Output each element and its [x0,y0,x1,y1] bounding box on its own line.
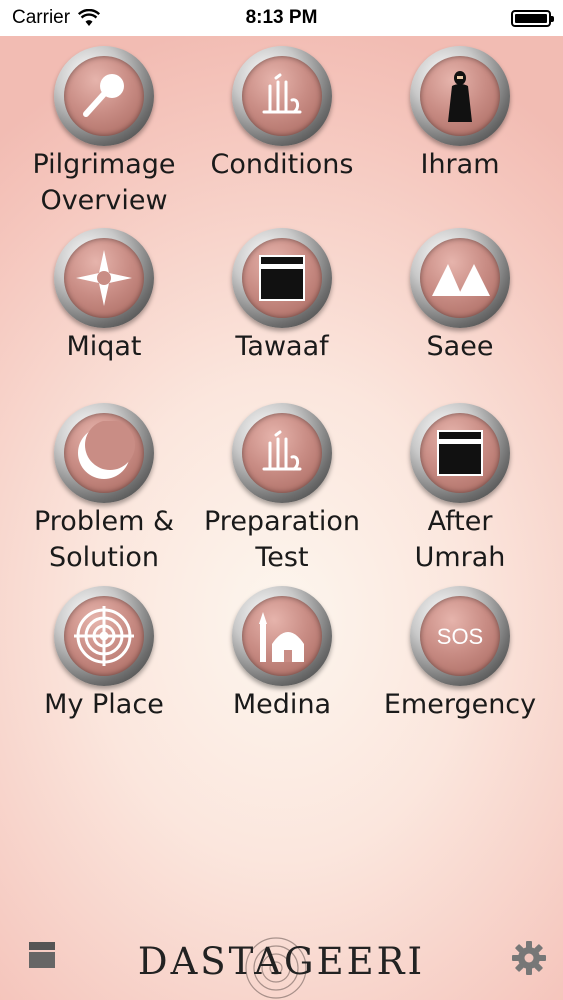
tile-ihram[interactable]: Ihram [370,46,550,182]
icon-bezel [410,403,510,503]
tile-saee[interactable]: Saee [370,228,550,364]
tile-label: Saee [426,331,494,362]
tile-medina[interactable]: Medina [192,586,372,722]
icon-bezel [410,46,510,146]
icon-bezel [232,46,332,146]
status-bar: Carrier 8:13 PM [0,0,563,36]
pilgrim-figure-icon [420,56,500,136]
icon-bezel [54,228,154,328]
icon-bezel [410,228,510,328]
tile-label: Problem & [33,506,175,537]
tile-label: Emergency [383,689,537,720]
icon-bezel [54,46,154,146]
tile-label: Pilgrimage [32,149,176,180]
tile-label: Conditions [210,149,354,180]
tile-my-place[interactable]: My Place [14,586,194,722]
tile-miqat[interactable]: Miqat [14,228,194,364]
icon-bezel: SOS [410,586,510,686]
crescent-icon [64,413,144,493]
battery-icon [511,10,554,27]
tile-label-second-line: Test [255,542,309,573]
icon-bezel [232,403,332,503]
tile-after-umrah[interactable]: After Umrah [370,403,550,575]
target-icon [64,596,144,676]
tile-label: Preparation [204,506,360,537]
tile-tawaaf[interactable]: Tawaaf [192,228,372,364]
gear-icon[interactable] [511,940,547,976]
mosque-icon [242,596,322,676]
clock: 8:13 PM [245,7,318,28]
tile-label-second-line: Overview [40,185,168,216]
tile-label: After [427,506,493,537]
tile-label: Ihram [420,149,500,180]
kaaba-icon [420,413,500,493]
allah-calligraphy-icon [242,413,322,493]
tile-pilgrimage-overview[interactable]: Pilgrimage Overview [14,46,194,218]
bottom-bar: DASTAGEERI [0,930,563,1000]
tile-problem-solution[interactable]: Problem & Solution [14,403,194,575]
tile-preparation-test[interactable]: Preparation Test [192,403,372,575]
tile-label: Tawaaf [235,331,329,362]
icon-bezel [232,586,332,686]
tile-conditions[interactable]: Conditions [192,46,372,182]
magnifier-icon [64,56,144,136]
tile-label: My Place [44,689,164,720]
compass-star-icon [64,238,144,318]
kaaba-icon [242,238,322,318]
tile-label-second-line: Umrah [414,542,506,573]
tile-label: Medina [232,689,332,720]
sos-text: SOS [437,624,483,649]
tile-label: Miqat [66,331,142,362]
tile-emergency[interactable]: SOS Emergency [370,586,550,722]
tile-label-second-line: Solution [49,542,159,573]
icon-bezel [54,403,154,503]
brand-logo: DASTAGEERI [137,940,426,983]
mountains-icon [420,238,500,318]
icon-bezel [54,586,154,686]
sos-icon: SOS [420,596,500,676]
allah-calligraphy-icon [242,56,322,136]
icon-bezel [232,228,332,328]
